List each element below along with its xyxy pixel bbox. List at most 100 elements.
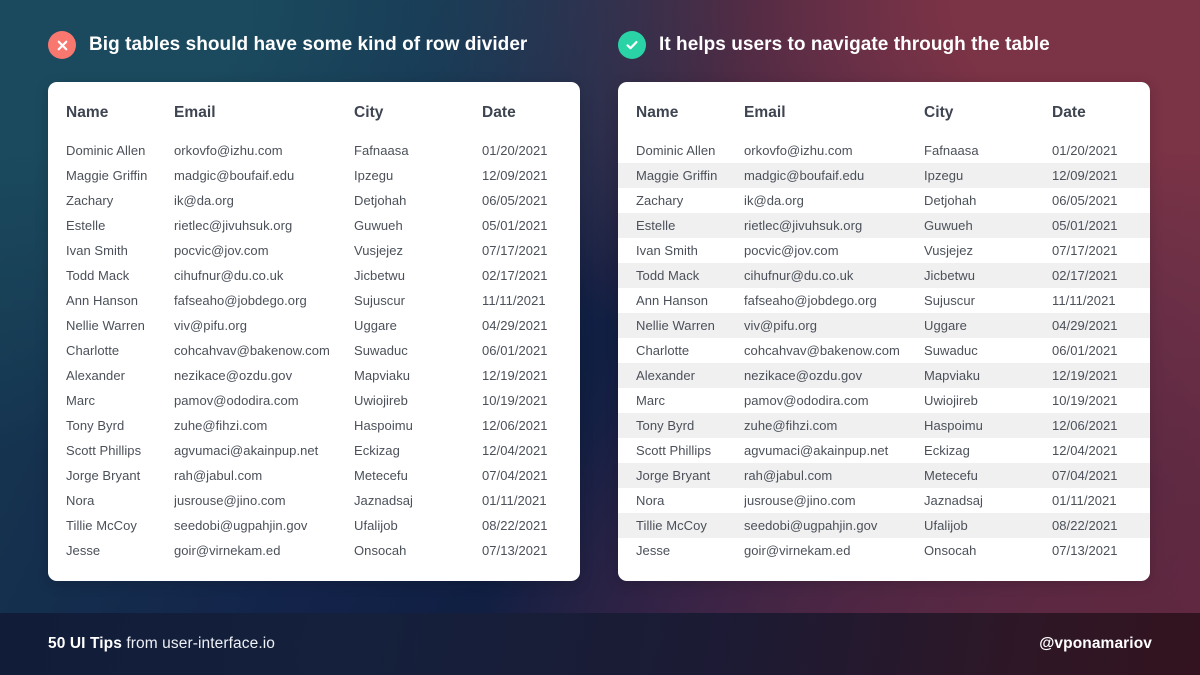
gutter-cell <box>48 413 66 438</box>
footer-brand-bold: 50 UI Tips <box>48 635 122 652</box>
cell-city: Haspoimu <box>924 418 983 433</box>
table-row[interactable]: Alexander nezikace@ozdu.gov Mapviaku 12/19/… <box>48 363 580 388</box>
cell-email: nezikace@ozdu.gov <box>174 368 293 383</box>
cell-email: cihufnur@du.co.uk <box>174 268 284 283</box>
cell-name: Scott Phillips <box>636 443 712 458</box>
table-row[interactable]: Todd Mack cihufnur@du.co.uk Jicbetwu 02/17/… <box>48 263 580 288</box>
cell-city: Eckizag <box>924 443 970 458</box>
table-head-good: Name Email City Date <box>618 104 1150 138</box>
cell-date: 12/19/2021 <box>1052 368 1118 383</box>
cell-email: cohcahvav@bakenow.com <box>744 343 900 358</box>
table-row[interactable]: Estelle rietlec@jivuhsuk.org Guwueh 05/01/2… <box>48 213 580 238</box>
table-row[interactable]: Jorge Bryant rah@jabul.com Metecefu 07/04/2… <box>618 463 1150 488</box>
column-header-name[interactable]: Name <box>636 104 744 138</box>
column-header-name[interactable]: Name <box>66 104 174 138</box>
cell-date: 04/29/2021 <box>1052 318 1118 333</box>
cell-city: Uggare <box>354 318 397 333</box>
cell-email: orkovfo@izhu.com <box>744 143 853 158</box>
table-row[interactable]: Alexander nezikace@ozdu.gov Mapviaku 12/19/… <box>618 363 1150 388</box>
cell-email: rietlec@jivuhsuk.org <box>744 218 863 233</box>
table-row[interactable]: Tillie McCoy seedobi@ugpahjin.gov Ufalijob… <box>48 513 580 538</box>
table-row[interactable]: Marc pamov@ododira.com Uwiojireb 10/19/2021 <box>618 388 1150 413</box>
table-row[interactable]: Dominic Allen orkovfo@izhu.com Fafnaasa 01/… <box>48 138 580 163</box>
table-row[interactable]: Tillie McCoy seedobi@ugpahjin.gov Ufalijob… <box>618 513 1150 538</box>
table-row[interactable]: Jesse goir@virnekam.ed Onsocah 07/13/2021 <box>48 538 580 563</box>
table-row[interactable]: Tony Byrd zuhe@fihzi.com Haspoimu 12/06/202… <box>618 413 1150 438</box>
cell-city: Jaznadsaj <box>354 493 413 508</box>
cell-name: Alexander <box>636 368 695 383</box>
cell-city: Eckizag <box>354 443 400 458</box>
gutter-cell <box>48 104 66 138</box>
column-header-date[interactable]: Date <box>482 104 580 138</box>
cell-name: Todd Mack <box>66 268 130 283</box>
cell-date: 12/09/2021 <box>482 168 548 183</box>
table-row[interactable]: Charlotte cohcahvav@bakenow.com Suwaduc 06/… <box>618 338 1150 363</box>
cell-city: Haspoimu <box>354 418 413 433</box>
column-header-email[interactable]: Email <box>174 104 354 138</box>
cell-city: Metecefu <box>924 468 978 483</box>
cell-date: 06/05/2021 <box>482 193 548 208</box>
table-row[interactable]: Tony Byrd zuhe@fihzi.com Haspoimu 12/06/202… <box>48 413 580 438</box>
table-row[interactable]: Scott Phillips agvumaci@akainpup.net Eckiz… <box>48 438 580 463</box>
cell-name: Marc <box>66 393 96 408</box>
gutter-cell <box>48 313 66 338</box>
cell-email: goir@virnekam.ed <box>174 543 281 558</box>
table-row[interactable]: Jorge Bryant rah@jabul.com Metecefu 07/04/2… <box>48 463 580 488</box>
cell-date: 02/17/2021 <box>1052 268 1118 283</box>
cell-date: 12/04/2021 <box>1052 443 1118 458</box>
cell-email: cohcahvav@bakenow.com <box>174 343 330 358</box>
gutter-cell <box>618 104 636 138</box>
table-row[interactable]: Ivan Smith pocvic@jov.com Vusjejez 07/17/20… <box>618 238 1150 263</box>
cell-email: rietlec@jivuhsuk.org <box>174 218 293 233</box>
cell-city: Sujuscur <box>924 293 975 308</box>
cell-city: Vusjejez <box>924 243 974 258</box>
table-row[interactable]: Dominic Allen orkovfo@izhu.com Fafnaasa 01/… <box>618 138 1150 163</box>
cell-date: 08/22/2021 <box>1052 518 1118 533</box>
cell-email: cihufnur@du.co.uk <box>744 268 854 283</box>
table-row[interactable]: Todd Mack cihufnur@du.co.uk Jicbetwu 02/17/… <box>618 263 1150 288</box>
cell-email: pamov@ododira.com <box>744 393 869 408</box>
column-header-date[interactable]: Date <box>1052 104 1150 138</box>
table-row[interactable]: Ann Hanson fafseaho@jobdego.org Sujuscur 11… <box>618 288 1150 313</box>
column-header-city[interactable]: City <box>354 104 482 138</box>
table-row[interactable]: Maggie Griffin madgic@boufaif.edu Ipzegu 12… <box>618 163 1150 188</box>
table-row[interactable]: Jesse goir@virnekam.ed Onsocah 07/13/2021 <box>618 538 1150 563</box>
table-row[interactable]: Ivan Smith pocvic@jov.com Vusjejez 07/17/20… <box>48 238 580 263</box>
x-circle-icon <box>48 31 76 59</box>
table-row[interactable]: Nellie Warren viv@pifu.org Uggare 04/29/202… <box>618 313 1150 338</box>
cell-email: seedobi@ugpahjin.gov <box>744 518 878 533</box>
table-row[interactable]: Ann Hanson fafseaho@jobdego.org Sujuscur 11… <box>48 288 580 313</box>
cell-name: Jorge Bryant <box>636 468 711 483</box>
table-row[interactable]: Nora jusrouse@jino.com Jaznadsaj 01/11/2021 <box>618 488 1150 513</box>
table-row[interactable]: Zachary ik@da.org Detjohah 06/05/2021 <box>618 188 1150 213</box>
panel-header-bad: Big tables should have some kind of row … <box>48 28 580 62</box>
table-row[interactable]: Marc pamov@ododira.com Uwiojireb 10/19/2021 <box>48 388 580 413</box>
table-body-good: Dominic Allen orkovfo@izhu.com Fafnaasa 01/… <box>618 138 1150 563</box>
footer-brand: 50 UI Tips from user-interface.io <box>48 635 275 653</box>
table-row[interactable]: Estelle rietlec@jivuhsuk.org Guwueh 05/01/2… <box>618 213 1150 238</box>
table-row[interactable]: Scott Phillips agvumaci@akainpup.net Eckiz… <box>618 438 1150 463</box>
cell-email: pocvic@jov.com <box>174 243 269 258</box>
cell-email: viv@pifu.org <box>174 318 248 333</box>
cell-name: Dominic Allen <box>66 143 146 158</box>
table-row[interactable]: Charlotte cohcahvav@bakenow.com Suwaduc 06/… <box>48 338 580 363</box>
cell-email: rah@jabul.com <box>174 468 263 483</box>
data-table-striped: Name Email City Date Dominic Allen orkovf… <box>618 104 1150 563</box>
column-header-city[interactable]: City <box>924 104 1052 138</box>
table-row[interactable]: Nellie Warren viv@pifu.org Uggare 04/29/202… <box>48 313 580 338</box>
cell-date: 06/05/2021 <box>1052 193 1118 208</box>
gutter-cell <box>48 288 66 313</box>
column-header-email[interactable]: Email <box>744 104 924 138</box>
table-row[interactable]: Zachary ik@da.org Detjohah 06/05/2021 <box>48 188 580 213</box>
cell-date: 07/17/2021 <box>482 243 548 258</box>
cell-name: Tony Byrd <box>636 418 695 433</box>
cell-city: Fafnaasa <box>354 143 409 158</box>
table-row[interactable]: Nora jusrouse@jino.com Jaznadsaj 01/11/2021 <box>48 488 580 513</box>
cell-city: Guwueh <box>924 218 973 233</box>
slide-stage: Big tables should have some kind of row … <box>0 0 1200 675</box>
cell-email: zuhe@fihzi.com <box>174 418 268 433</box>
table-row[interactable]: Maggie Griffin madgic@boufaif.edu Ipzegu 12… <box>48 163 580 188</box>
gutter-cell <box>48 388 66 413</box>
panel-title-good: It helps users to navigate through the t… <box>659 34 1050 55</box>
cell-name: Nora <box>66 493 95 508</box>
